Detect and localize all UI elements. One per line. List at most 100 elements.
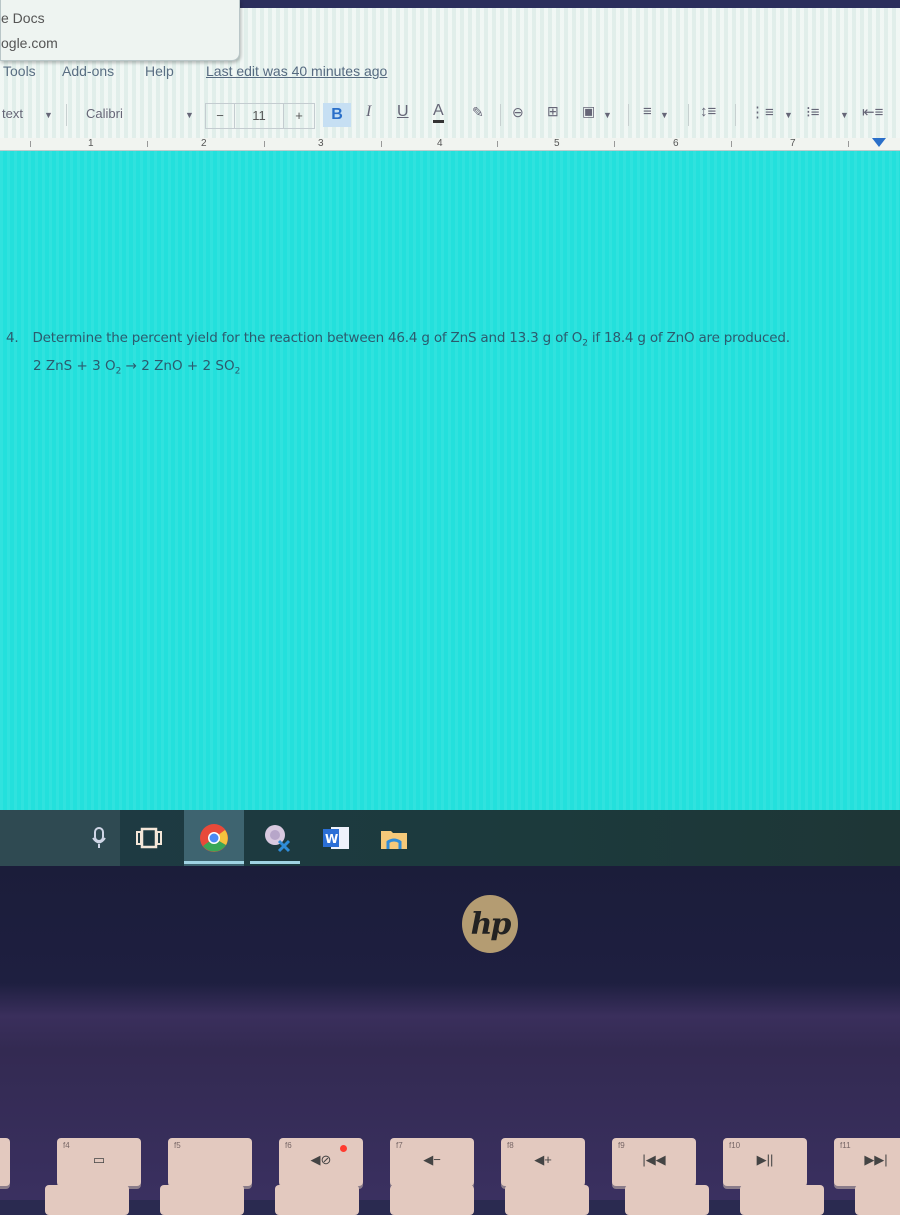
right-indent-marker[interactable] — [872, 138, 886, 147]
chevron-down-icon[interactable]: ▼ — [840, 110, 849, 120]
chevron-down-icon[interactable]: ▼ — [603, 110, 612, 120]
bulleted-list-icon[interactable]: ⁝≡ — [806, 103, 820, 121]
chevron-down-icon[interactable]: ▼ — [784, 110, 793, 120]
key-row2[interactable] — [505, 1185, 589, 1215]
fn-label: f10 — [729, 1141, 741, 1150]
ruler-label: 6 — [673, 138, 679, 149]
chrome-icon[interactable] — [198, 822, 230, 854]
font-size-input[interactable]: 11 — [235, 104, 284, 128]
divider — [735, 104, 736, 126]
ruler-label: 1 — [88, 138, 94, 149]
question-text: Determine the percent yield for the reac… — [32, 330, 583, 346]
laptop-screen: e Docs ogle.com Tools Add-ons Help Last … — [0, 0, 900, 810]
equation-products: 2 ZnO + 2 SO — [141, 358, 235, 374]
align-icon[interactable]: ≡ — [643, 103, 652, 120]
decrease-font-button[interactable]: − — [206, 104, 235, 128]
bold-button[interactable]: B — [323, 103, 351, 127]
tab-tooltip: e Docs ogle.com — [0, 0, 240, 61]
line-spacing-icon[interactable]: ↕≡ — [700, 103, 716, 120]
tooltip-url: ogle.com — [1, 35, 58, 51]
italic-button[interactable]: I — [366, 103, 371, 121]
style-select[interactable]: text — [2, 106, 23, 121]
chrome-running-indicator — [184, 861, 244, 864]
chevron-down-icon[interactable]: ▼ — [660, 110, 669, 120]
chemical-equation: 2 ZnS + 3 O2 → 2 ZnO + 2 SO2 — [33, 358, 240, 377]
file-explorer-icon[interactable] — [378, 822, 410, 854]
key-f7[interactable]: f7 ◀− — [390, 1138, 474, 1186]
divider — [628, 104, 629, 126]
key-row2[interactable] — [390, 1185, 474, 1215]
browser-top-bar — [230, 0, 900, 8]
ruler-label: 4 — [437, 138, 443, 149]
menu-help[interactable]: Help — [145, 63, 174, 79]
key-f10[interactable]: f10 ▶|| — [723, 1138, 807, 1186]
chevron-down-icon[interactable]: ▼ — [185, 110, 194, 120]
reaction-arrow: → — [121, 358, 142, 374]
microphone-icon[interactable] — [83, 822, 115, 854]
task-view-icon[interactable] — [133, 822, 165, 854]
question-4: 4. Determine the percent yield for the re… — [6, 330, 790, 349]
equation-subscript: 2 — [234, 366, 241, 377]
chevron-down-icon[interactable]: ▼ — [44, 110, 53, 120]
next-track-icon: ▶▶| — [864, 1152, 888, 1167]
fn-label: f4 — [63, 1141, 70, 1150]
underline-button[interactable]: U — [397, 103, 409, 121]
document-body[interactable] — [0, 150, 900, 810]
fn-label: f5 — [174, 1141, 181, 1150]
key-row2[interactable] — [625, 1185, 709, 1215]
last-edit-link[interactable]: Last edit was 40 minutes ago — [206, 63, 387, 79]
link-icon[interactable]: ⊖ — [512, 104, 524, 121]
key-f9[interactable]: f9 |◀◀ — [612, 1138, 696, 1186]
decrease-indent-icon[interactable]: ⇤≡ — [862, 103, 883, 121]
ruler-tick — [30, 141, 31, 147]
insert-comment-icon[interactable]: ⊞ — [547, 103, 559, 120]
font-size-stepper: − 11 + — [205, 103, 315, 129]
ruler-tick — [614, 141, 615, 147]
formatting-toolbar: text ▼ Calibri ▼ − 11 + B I U A ✎ ⊖ ⊞ ▣ … — [0, 100, 900, 130]
key-f4[interactable]: f4 ▭ — [57, 1138, 141, 1186]
snipping-tool-icon[interactable] — [262, 822, 294, 854]
docs-chrome: e Docs ogle.com Tools Add-ons Help Last … — [0, 0, 900, 151]
ruler[interactable]: 1 2 3 4 5 6 7 — [0, 138, 900, 151]
key-f11[interactable]: f11 ▶▶| — [834, 1138, 900, 1186]
svg-text:W: W — [325, 832, 338, 846]
key-f6[interactable]: f6 ◀⊘ — [279, 1138, 363, 1186]
hp-logo: hp — [462, 895, 518, 953]
mute-icon: ◀⊘ — [310, 1152, 332, 1167]
ruler-label: 3 — [318, 138, 324, 149]
ruler-label: 7 — [790, 138, 796, 149]
ruler-label: 2 — [201, 138, 207, 149]
key-row2[interactable] — [45, 1185, 129, 1215]
font-select[interactable]: Calibri — [86, 106, 123, 121]
question-number: 4. — [6, 330, 19, 346]
ruler-tick — [497, 141, 498, 147]
ruler-tick — [264, 141, 265, 147]
key-f8[interactable]: f8 ◀+ — [501, 1138, 585, 1186]
key-row2[interactable] — [275, 1185, 359, 1215]
word-icon[interactable]: W — [320, 822, 352, 854]
display-switch-icon: ▭ — [92, 1152, 106, 1167]
numbered-list-icon[interactable]: ⋮≡ — [750, 103, 774, 121]
volume-down-icon: ◀− — [423, 1152, 441, 1167]
ruler-tick — [147, 141, 148, 147]
key-row2[interactable] — [160, 1185, 244, 1215]
key-f3[interactable] — [0, 1138, 10, 1186]
key-row2[interactable] — [855, 1185, 900, 1215]
increase-font-button[interactable]: + — [284, 104, 314, 128]
text-color-button[interactable]: A — [433, 102, 444, 123]
fn-label: f9 — [618, 1141, 625, 1150]
key-f5[interactable]: f5 — [168, 1138, 252, 1186]
key-row2[interactable] — [740, 1185, 824, 1215]
ruler-tick — [381, 141, 382, 147]
snipping-running-indicator — [250, 861, 300, 864]
menu-tools[interactable]: Tools — [3, 63, 36, 79]
windows-taskbar: W — [0, 810, 900, 866]
mute-led — [340, 1145, 347, 1152]
divider — [688, 104, 689, 126]
highlight-pen-icon[interactable]: ✎ — [472, 104, 484, 121]
menu-add-ons[interactable]: Add-ons — [62, 63, 114, 79]
ruler-tick — [848, 141, 849, 147]
play-pause-icon: ▶|| — [756, 1152, 774, 1167]
equation-reactants: 2 ZnS + 3 O — [33, 358, 116, 374]
insert-image-icon[interactable]: ▣ — [582, 103, 595, 120]
